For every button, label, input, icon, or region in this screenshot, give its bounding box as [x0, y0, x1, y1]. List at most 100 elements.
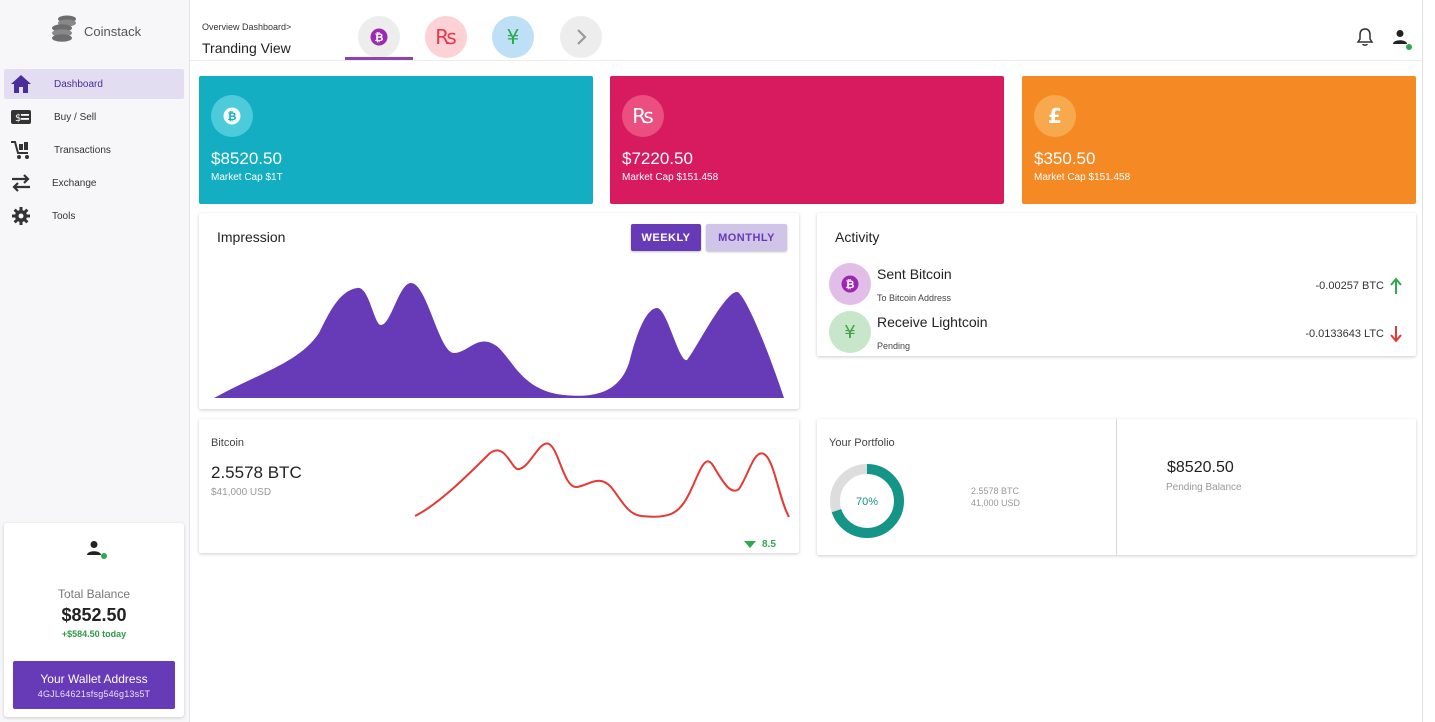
portfolio-percent: 70%: [856, 496, 878, 508]
portfolio-panel: Your Portfolio 70% 2.5578 BTC 41,000 USD…: [817, 419, 1416, 555]
brand-name: Coinstack: [84, 24, 142, 39]
svg-text:₿: ₿: [228, 110, 237, 123]
coin-price: $7220.50: [622, 149, 693, 168]
coin-card-bitcoin[interactable]: ₿ $8520.50 Market Cap $1T: [199, 76, 593, 204]
bitcoin-change: 8.5: [744, 539, 776, 550]
activity-name: Receive Lightcoin: [877, 314, 988, 330]
page-title: Tranding View: [202, 40, 291, 56]
activity-amount: -0.00257 BTC: [1316, 277, 1402, 295]
coin-market-cap: Market Cap $151.458: [1034, 172, 1131, 183]
sidebar-item-transactions[interactable]: Transactions: [4, 135, 184, 165]
wallet-address-value: 4GJL64621sfsg546g13s5T: [37, 688, 151, 699]
impression-area: [214, 283, 784, 398]
breadcrumb[interactable]: Overview Dashboard>: [202, 22, 291, 32]
total-balance-label: Total Balance: [57, 587, 131, 601]
wallet-address-button[interactable]: Your Wallet Address 4GJL64621sfsg546g13s…: [13, 661, 175, 709]
bitcoin-icon: ₿: [829, 263, 871, 305]
portfolio-divider: [1116, 419, 1117, 555]
coin-price: $350.50: [1034, 149, 1096, 168]
active-tab-indicator: [345, 57, 413, 60]
arrow-up-icon: [1390, 277, 1402, 294]
user-icon: [87, 541, 101, 555]
bitcoin-change-value: 8.5: [762, 539, 776, 550]
notifications-button[interactable]: [1355, 27, 1375, 47]
user-icon: [1393, 30, 1407, 44]
bitcoin-icon: ₿: [211, 95, 253, 137]
activity-amount-value: -0.00257 BTC: [1315, 280, 1384, 292]
rupee-icon: ₨: [622, 95, 664, 137]
svg-text:₿: ₿: [375, 31, 384, 44]
coin-market-cap: Market Cap $1T: [211, 172, 283, 183]
sidebar-item-exchange[interactable]: Exchange: [4, 168, 184, 198]
sidebar-item-label: Buy / Sell: [54, 111, 97, 123]
svg-text:₿: ₿: [846, 278, 855, 291]
coin-card-rupee[interactable]: ₨ $7220.50 Market Cap $151.458: [610, 76, 1004, 204]
activity-title: Activity: [835, 229, 880, 245]
coin-card-pound[interactable]: £ $350.50 Market Cap $151.458: [1022, 76, 1416, 204]
online-status-dot: [1406, 44, 1412, 50]
yen-glyph: ¥: [844, 321, 856, 343]
pound-glyph: £: [1048, 104, 1062, 128]
caret-down-icon: [744, 540, 756, 548]
chevron-right-icon: [577, 29, 587, 45]
coins-stack-icon: [50, 14, 78, 49]
cart-icon: [10, 139, 32, 161]
bitcoin-price-line: [414, 442, 790, 518]
sidebar-item-label: Transactions: [54, 144, 111, 156]
tab-yen[interactable]: ¥: [492, 16, 534, 58]
activity-panel: Activity ₿ Sent Bitcoin To Bitcoin Addre…: [817, 213, 1416, 356]
home-icon: [10, 73, 32, 95]
portfolio-usd: 41,000 USD: [971, 498, 1021, 508]
sidebar-item-label: Tools: [52, 210, 76, 222]
total-balance-value: $852.50: [61, 605, 127, 625]
cash-icon: $: [10, 106, 32, 128]
sidebar: Coinstack Dashboard $ Buy / Sell Transac…: [0, 0, 190, 722]
impression-panel: Impression WEEKLY MONTHLY: [199, 213, 799, 409]
impression-area-chart: [214, 283, 784, 398]
pending-balance-label: Pending Balance: [1166, 482, 1242, 493]
wallet-address-title: Your Wallet Address: [40, 671, 148, 686]
coin-market-cap: Market Cap $151.458: [622, 172, 719, 183]
gear-icon: [10, 205, 32, 227]
balance-card: Total Balance $852.50 +$584.50 today You…: [4, 523, 184, 717]
portfolio-btc: 2.5578 BTC: [971, 486, 1020, 496]
user-menu-button[interactable]: [1390, 27, 1412, 50]
bell-icon: [1356, 28, 1374, 46]
brand-logo[interactable]: Coinstack: [50, 14, 141, 49]
scrollbar-track[interactable]: [1422, 0, 1435, 722]
online-status-dot: [101, 553, 107, 559]
sidebar-item-label: Exchange: [52, 177, 97, 189]
pound-icon: £: [1034, 95, 1076, 137]
sidebar-item-buy-sell[interactable]: $ Buy / Sell: [4, 102, 184, 132]
bitcoin-line-chart: [414, 442, 790, 518]
activity-row[interactable]: ¥ Receive Lightcoin Pending -0.0133643 L…: [829, 311, 1414, 355]
portfolio-donut-chart: 70%: [830, 464, 904, 538]
avatar[interactable]: [84, 538, 107, 559]
activity-name: Sent Bitcoin: [877, 266, 952, 282]
arrow-down-icon: [1390, 326, 1402, 343]
sidebar-item-tools[interactable]: Tools: [4, 201, 184, 231]
sidebar-item-dashboard[interactable]: Dashboard: [4, 69, 184, 99]
tab-next[interactable]: [560, 16, 602, 58]
tab-bitcoin[interactable]: ₿: [358, 16, 400, 58]
tab-rupee[interactable]: ₨: [425, 16, 467, 58]
yen-icon: ¥: [829, 311, 871, 353]
bitcoin-icon: ₿: [370, 28, 388, 46]
portfolio-title: Your Portfolio: [829, 437, 895, 449]
bitcoin-panel: Bitcoin 2.5578 BTC $41,000 USD 8.5: [199, 419, 799, 553]
activity-subtext: Pending: [877, 341, 911, 351]
yen-icon: ¥: [506, 25, 520, 49]
swap-icon: [10, 172, 32, 194]
activity-amount-value: -0.0133643 LTC: [1305, 328, 1384, 340]
sidebar-item-label: Dashboard: [54, 78, 103, 90]
activity-subtext: To Bitcoin Address: [877, 293, 952, 303]
sidebar-nav: Dashboard $ Buy / Sell Transactions Exch…: [4, 69, 184, 234]
balance-today-change: +$584.50 today: [61, 629, 127, 639]
activity-row[interactable]: ₿ Sent Bitcoin To Bitcoin Address -0.002…: [829, 263, 1414, 307]
activity-amount: -0.0133643 LTC: [1305, 325, 1402, 343]
pending-balance-value: $8520.50: [1167, 459, 1234, 476]
svg-text:$: $: [15, 113, 21, 124]
coin-price: $8520.50: [211, 149, 282, 168]
rupee-glyph: ₨: [632, 104, 654, 128]
top-header: Overview Dashboard> Tranding View ₿ ₨ ¥: [190, 0, 1422, 61]
